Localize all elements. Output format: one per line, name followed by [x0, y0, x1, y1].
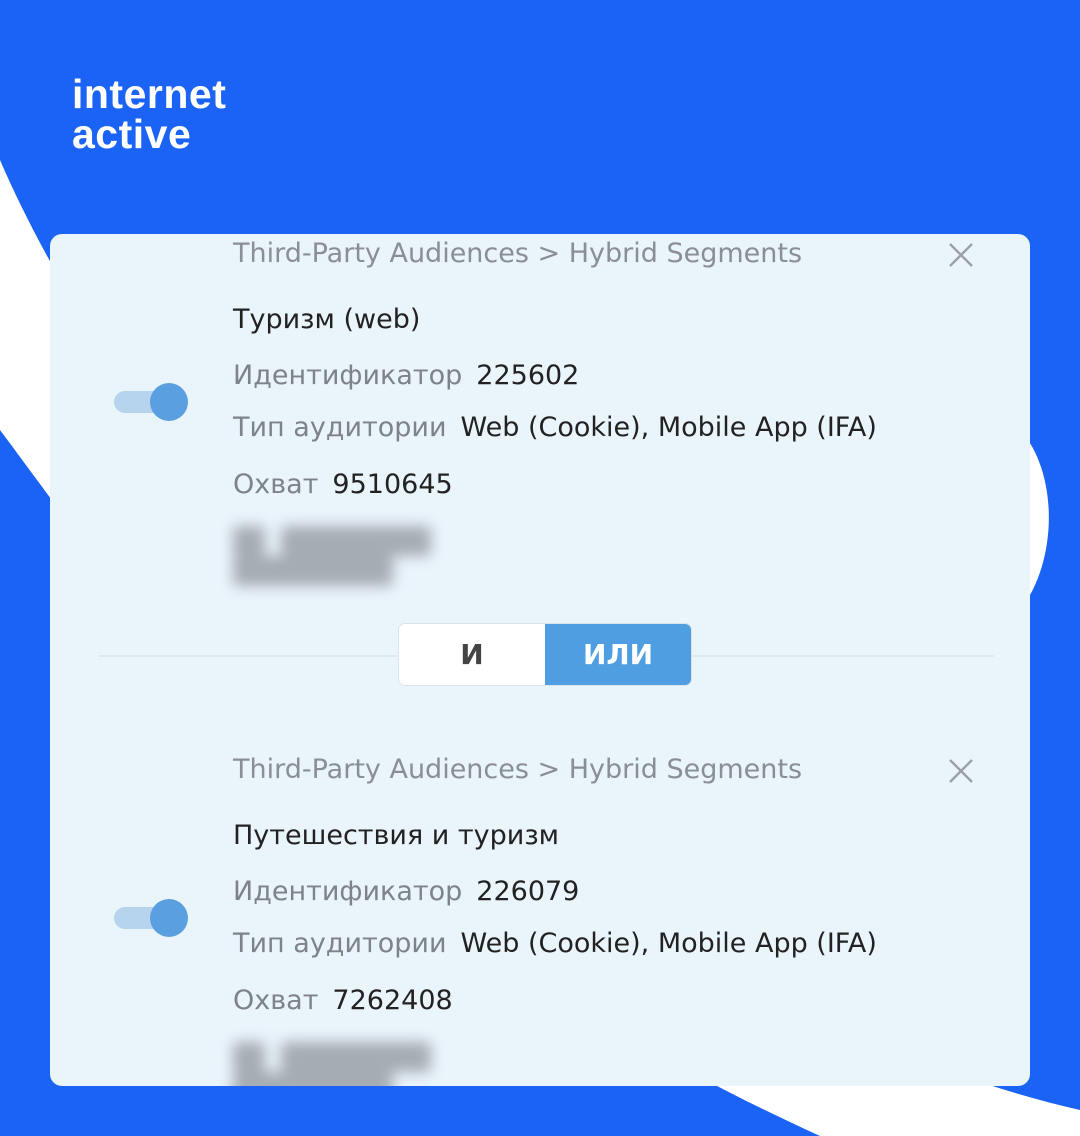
- and-button[interactable]: И: [399, 624, 545, 685]
- toggle-knob: [150, 383, 188, 421]
- close-icon[interactable]: [946, 756, 976, 786]
- segment-id-row: Идентификатор 225602: [233, 360, 579, 391]
- logic-switch: И ИЛИ: [399, 624, 691, 685]
- segment-reach-row: Охват 9510645: [233, 469, 453, 500]
- id-label: Идентификатор: [233, 876, 463, 907]
- reach-value: 7262408: [332, 985, 453, 1016]
- id-value: 226079: [476, 876, 580, 907]
- segments-card: Third-Party Audiences > Hybrid Segments …: [50, 234, 1030, 1086]
- segment-reach-row: Охват 7262408: [233, 985, 453, 1016]
- reach-value: 9510645: [332, 469, 453, 500]
- type-value: Web (Cookie), Mobile App (IFA): [460, 928, 877, 959]
- type-label: Тип аудитории: [233, 928, 447, 959]
- id-label: Идентификатор: [233, 360, 463, 391]
- reach-label: Охват: [233, 469, 319, 500]
- segment-id-row: Идентификатор 226079: [233, 876, 579, 907]
- reach-label: Охват: [233, 985, 319, 1016]
- segment-breadcrumb: Third-Party Audiences > Hybrid Segments: [233, 754, 803, 785]
- id-value: 225602: [476, 360, 580, 391]
- or-button[interactable]: ИЛИ: [545, 624, 691, 685]
- blurred-row: [233, 1042, 619, 1086]
- internet-active-logo: internet active: [72, 71, 227, 157]
- close-icon[interactable]: [946, 240, 976, 270]
- blurred-row: [233, 526, 619, 586]
- segment-type-row: Тип аудитории Web (Cookie), Mobile App (I…: [233, 412, 877, 443]
- segment-type-row: Тип аудитории Web (Cookie), Mobile App (I…: [233, 928, 877, 959]
- segment-toggle[interactable]: [114, 898, 188, 938]
- logo-line-1: internet: [72, 71, 227, 117]
- logo-line-2: active: [72, 111, 192, 157]
- type-label: Тип аудитории: [233, 412, 447, 443]
- toggle-knob: [150, 899, 188, 937]
- type-value: Web (Cookie), Mobile App (IFA): [460, 412, 877, 443]
- segment-title: Туризм (web): [233, 304, 421, 335]
- segment-toggle[interactable]: [114, 382, 188, 422]
- segment-title: Путешествия и туризм: [233, 820, 560, 851]
- segment-breadcrumb: Third-Party Audiences > Hybrid Segments: [233, 238, 803, 269]
